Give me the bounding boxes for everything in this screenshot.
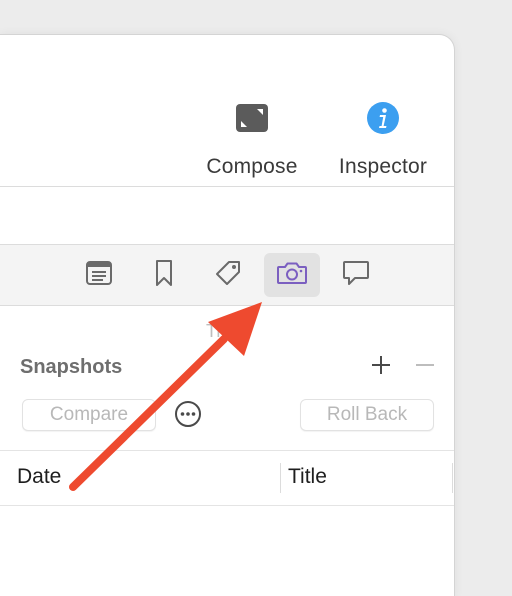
column-divider[interactable] [280,463,281,493]
compose-button[interactable]: Compose [202,101,302,179]
inspector-tab-bar [0,244,454,306]
tag-icon [213,258,243,293]
toolbar-divider [0,186,454,187]
minus-icon [414,354,436,381]
remove-snapshot-button[interactable] [413,355,437,379]
compose-icon [235,101,269,135]
column-header-date[interactable]: Date [17,465,61,489]
snapshots-table-header: Date Title [0,450,454,506]
column-header-title[interactable]: Title [288,465,327,489]
snapshots-title: Snapshots [20,356,123,378]
screen: Compose Inspector Ti Snapshots Compare R… [0,0,512,596]
compose-label: Compose [206,155,298,178]
ellipsis-circle-icon [174,400,202,433]
add-snapshot-button[interactable] [369,355,393,379]
document-icon [85,260,113,291]
tab-snapshots[interactable] [264,253,320,297]
tab-document[interactable] [71,253,127,297]
info-icon [366,101,400,135]
roll-back-button[interactable]: Roll Back [300,399,434,431]
more-options-button[interactable] [174,400,202,433]
camera-icon [276,260,308,291]
inspector-label: Inspector [338,155,428,178]
inspector-button[interactable]: Inspector [333,101,433,179]
comment-icon [341,259,371,292]
tab-tags[interactable] [200,253,256,297]
panel-title-partial: Ti [206,321,221,341]
bookmark-icon [154,259,174,292]
compare-button[interactable]: Compare [22,399,156,431]
tab-comments[interactable] [328,253,384,297]
column-divider[interactable] [452,463,453,493]
tab-bookmark[interactable] [136,253,192,297]
plus-icon [370,354,392,381]
inspector-window: Compose Inspector Ti Snapshots Compare R… [0,34,455,596]
